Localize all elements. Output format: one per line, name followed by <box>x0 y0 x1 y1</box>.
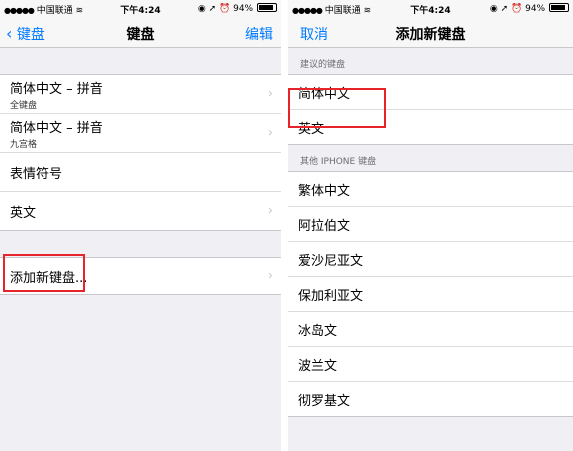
keyboard-name: 繁体中文 <box>298 183 351 199</box>
list-item[interactable]: 英文 › <box>0 192 281 230</box>
keyboard-name: 爱沙尼亚文 <box>298 253 364 269</box>
chevron-right-icon: › <box>267 86 273 102</box>
page-title: 添加新键盘 <box>395 27 466 43</box>
status-bar: ●●●●● 中国联通 ≋ 下午4:24 ◉ ➚ ⏰ 94% <box>0 0 281 17</box>
list-item[interactable]: 简体中文 <box>288 75 573 110</box>
chevron-right-icon: › <box>267 125 273 141</box>
keyboard-name: 简体中文 <box>298 86 351 102</box>
keyboard-name: 简体中文 – 拼音 <box>10 81 103 97</box>
navigation-bar: 取消 添加新键盘 <box>288 17 573 48</box>
other-section-header: 其他 IPHONE 键盘 <box>300 157 377 167</box>
status-bar: ●●●●● 中国联通 ≋ 下午4:24 ◉ ➚ ⏰ 94% <box>288 0 573 17</box>
add-new-keyboard-button[interactable]: 添加新键盘... › <box>0 258 281 294</box>
list-item[interactable]: 简体中文 – 拼音 九宫格 › <box>0 114 281 153</box>
list-item[interactable]: 爱沙尼亚文 <box>288 242 573 277</box>
list-item[interactable]: 简体中文 – 拼音 全键盘 › <box>0 75 281 114</box>
keyboard-name: 彻罗基文 <box>298 393 351 409</box>
battery-icon <box>257 3 277 12</box>
list-item[interactable]: 繁体中文 <box>288 172 573 207</box>
list-item[interactable]: 冰岛文 <box>288 312 573 347</box>
battery-icon <box>549 3 569 12</box>
list-item[interactable]: 英文 <box>288 110 573 144</box>
list-item[interactable]: 阿拉伯文 <box>288 207 573 242</box>
section-header-container: 建议的键盘 <box>288 48 573 74</box>
keyboard-name: 波兰文 <box>298 358 338 374</box>
chevron-right-icon: › <box>267 268 273 284</box>
keyboards-screen: ●●●●● 中国联通 ≋ 下午4:24 ◉ ➚ ⏰ 94% ‹ 键盘 键盘 编辑 <box>0 0 281 451</box>
keyboard-name: 表情符号 <box>10 166 63 182</box>
location-icon: ➚ <box>500 4 509 14</box>
navigation-bar: ‹ 键盘 键盘 编辑 <box>0 17 281 48</box>
keyboard-name: 英文 <box>10 205 37 221</box>
list-item[interactable]: 彻罗基文 <box>288 382 573 416</box>
list-item[interactable]: 保加利亚文 <box>288 277 573 312</box>
other-keyboard-list: 繁体中文 阿拉伯文 爱沙尼亚文 保加利亚文 冰岛文 波兰文 彻罗基文 <box>288 171 573 417</box>
keyboard-name: 英文 <box>298 121 325 137</box>
suggested-section-header: 建议的键盘 <box>300 60 346 70</box>
screenshot-composite: ●●●●● 中国联通 ≋ 下午4:24 ◉ ➚ ⏰ 94% ‹ 键盘 键盘 编辑 <box>0 0 573 451</box>
list-item[interactable]: 波兰文 <box>288 347 573 382</box>
alarm-icon: ⏰ <box>219 4 231 14</box>
keyboard-layout: 九宫格 <box>10 139 38 150</box>
add-keyboard-label: 添加新键盘... <box>10 270 88 286</box>
chevron-right-icon: › <box>267 203 273 219</box>
list-item[interactable]: 表情符号 <box>0 153 281 192</box>
keyboard-name: 简体中文 – 拼音 <box>10 120 103 136</box>
keyboard-name: 冰岛文 <box>298 323 338 339</box>
location-icon: ➚ <box>208 4 217 14</box>
battery-percent: 94% <box>525 4 546 14</box>
add-keyboard-group: 添加新键盘... › <box>0 257 281 295</box>
orientation-lock-icon: ◉ <box>489 4 498 14</box>
alarm-icon: ⏰ <box>511 4 523 14</box>
keyboard-list: 简体中文 – 拼音 全键盘 › 简体中文 – 拼音 九宫格 › 表情符号 英文 … <box>0 74 281 231</box>
edit-button[interactable]: 编辑 <box>245 24 273 44</box>
page-title: 键盘 <box>126 27 155 43</box>
keyboard-name: 保加利亚文 <box>298 288 364 304</box>
section-header-container: 其他 IPHONE 键盘 <box>288 145 573 171</box>
battery-percent: 94% <box>233 4 254 14</box>
keyboard-layout: 全键盘 <box>10 100 38 111</box>
keyboard-name: 阿拉伯文 <box>298 218 351 234</box>
orientation-lock-icon: ◉ <box>197 4 206 14</box>
suggested-keyboard-list: 简体中文 英文 <box>288 74 573 145</box>
add-keyboard-screen: ●●●●● 中国联通 ≋ 下午4:24 ◉ ➚ ⏰ 94% 取消 添加新键盘 建… <box>288 0 573 451</box>
